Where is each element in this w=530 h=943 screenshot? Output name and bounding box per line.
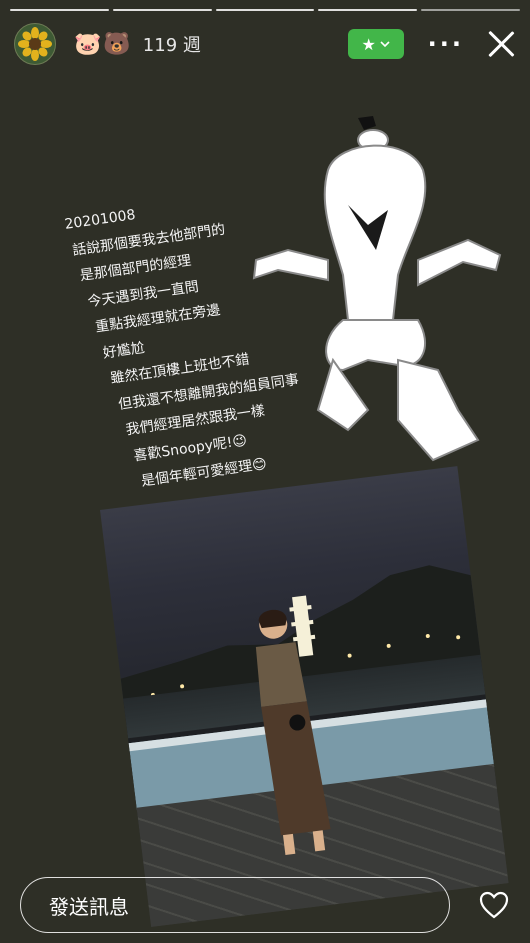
progress-segment bbox=[318, 9, 418, 11]
chevron-down-icon bbox=[380, 41, 390, 48]
progress-segment bbox=[421, 9, 520, 11]
heart-outline bbox=[479, 891, 509, 919]
progress-segment bbox=[215, 9, 315, 11]
sunflower-icon bbox=[16, 25, 54, 63]
progress-segment bbox=[10, 9, 109, 11]
message-input[interactable]: 發送訊息 bbox=[20, 877, 450, 933]
close-icon[interactable] bbox=[486, 29, 516, 59]
progress-segment bbox=[112, 9, 212, 11]
post-age: 119 週 bbox=[142, 35, 201, 56]
night-scene-photo bbox=[100, 466, 509, 927]
star-button[interactable]: ★ bbox=[347, 29, 404, 59]
story-header: 🐷🐻 119 週 ★ ··· bbox=[14, 22, 516, 66]
avatar[interactable] bbox=[14, 23, 56, 65]
more-icon[interactable]: ··· bbox=[428, 32, 464, 56]
user-emoji-name[interactable]: 🐷🐻 bbox=[74, 32, 133, 57]
reply-bar: 發送訊息 bbox=[20, 876, 516, 934]
star-icon: ★ bbox=[361, 34, 376, 54]
heart-icon[interactable] bbox=[472, 883, 516, 927]
story-progress-bar bbox=[10, 9, 520, 12]
story-caption: 20201008 話說那個要我去他部門的 是那個部門的經理 今天遇到我一直問 重… bbox=[63, 183, 312, 501]
